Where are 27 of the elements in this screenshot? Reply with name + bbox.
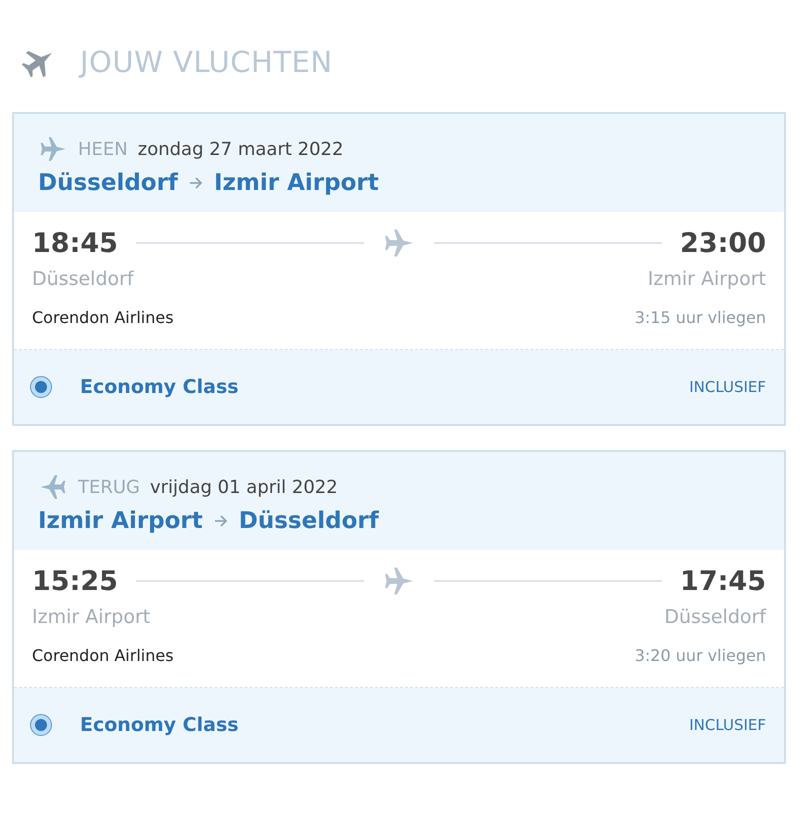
departure-time: 15:25 xyxy=(32,566,118,596)
flight-date: vrijdag 01 april 2022 xyxy=(150,476,338,498)
direction-label: TERUG xyxy=(78,476,140,498)
class-price: INCLUSIEF xyxy=(689,378,766,396)
flight-duration: 3:20 uur vliegen xyxy=(634,646,766,665)
flight-date: zondag 27 maart 2022 xyxy=(138,138,344,160)
airline-name: Corendon Airlines xyxy=(32,308,174,327)
arrival-airport: Düsseldorf xyxy=(664,606,766,628)
departure-airport: Izmir Airport xyxy=(32,606,150,628)
destination-city: Izmir Airport xyxy=(214,170,379,196)
class-name: Economy Class xyxy=(80,714,240,736)
radio-button[interactable] xyxy=(30,714,52,736)
origin-city: Düsseldorf xyxy=(38,170,178,196)
section-title: JOUW VLUCHTEN xyxy=(80,45,333,79)
arrival-time: 23:00 xyxy=(680,228,766,258)
arrival-time: 17:45 xyxy=(680,566,766,596)
origin-city: Izmir Airport xyxy=(38,508,203,534)
class-name: Economy Class xyxy=(80,376,240,398)
direction-label: HEEN xyxy=(78,138,128,160)
destination-city: Düsseldorf xyxy=(238,508,379,534)
flight-duration: 3:15 uur vliegen xyxy=(634,308,766,327)
departure-airport: Düsseldorf xyxy=(32,268,134,290)
departure-time: 18:45 xyxy=(32,228,118,258)
arrival-airport: Izmir Airport xyxy=(648,268,766,290)
airline-name: Corendon Airlines xyxy=(32,646,174,665)
radio-button[interactable] xyxy=(30,376,52,398)
class-price: INCLUSIEF xyxy=(689,716,766,734)
